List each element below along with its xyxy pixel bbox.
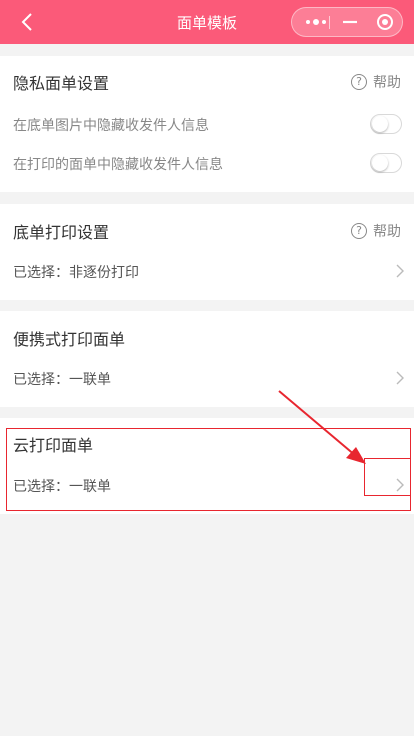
close-target-icon[interactable]	[375, 13, 395, 31]
privacy-settings-title: 隐私面单设置	[13, 74, 110, 93]
privacy-settings-card: 隐私面单设置 ? 帮助 在底单图片中隐藏收发件人信息 在打印的面单中隐藏收发件人…	[0, 56, 414, 192]
portable-print-title: 便携式打印面单	[13, 330, 126, 349]
toggle-knob	[372, 155, 388, 171]
chevron-right-icon[interactable]	[394, 264, 406, 278]
bottom-print-help-link[interactable]: ? 帮助	[351, 221, 401, 241]
privacy-help-link[interactable]: ? 帮助	[351, 72, 401, 92]
annotation-arrow-icon	[278, 390, 366, 464]
mini-program-capsule	[291, 7, 403, 37]
help-label: 帮助	[373, 75, 401, 91]
hide-info-in-printed-waybill-label: 在打印的面单中隐藏收发件人信息	[13, 157, 223, 173]
hide-info-in-printed-waybill-toggle[interactable]	[370, 153, 402, 173]
bottom-print-settings-title: 底单打印设置	[13, 223, 110, 242]
chevron-right-icon[interactable]	[394, 371, 406, 385]
hide-info-in-bottom-image-label: 在底单图片中隐藏收发件人信息	[13, 118, 209, 134]
navigation-bar: 面单模板	[0, 0, 414, 44]
portable-print-selection[interactable]: 已选择：一联单	[13, 369, 111, 389]
hide-info-in-bottom-image-toggle[interactable]	[370, 114, 402, 134]
question-circle-icon: ?	[351, 223, 367, 239]
bottom-print-settings-card: 底单打印设置 ? 帮助 已选择：非逐份打印	[0, 204, 414, 300]
toggle-knob	[372, 116, 388, 132]
more-icon[interactable]	[304, 15, 328, 29]
capsule-divider	[329, 16, 330, 29]
question-circle-icon: ?	[351, 74, 367, 90]
bottom-print-selection[interactable]: 已选择：非逐份打印	[13, 262, 139, 282]
minimize-icon[interactable]	[340, 13, 360, 31]
help-label: 帮助	[373, 224, 401, 240]
